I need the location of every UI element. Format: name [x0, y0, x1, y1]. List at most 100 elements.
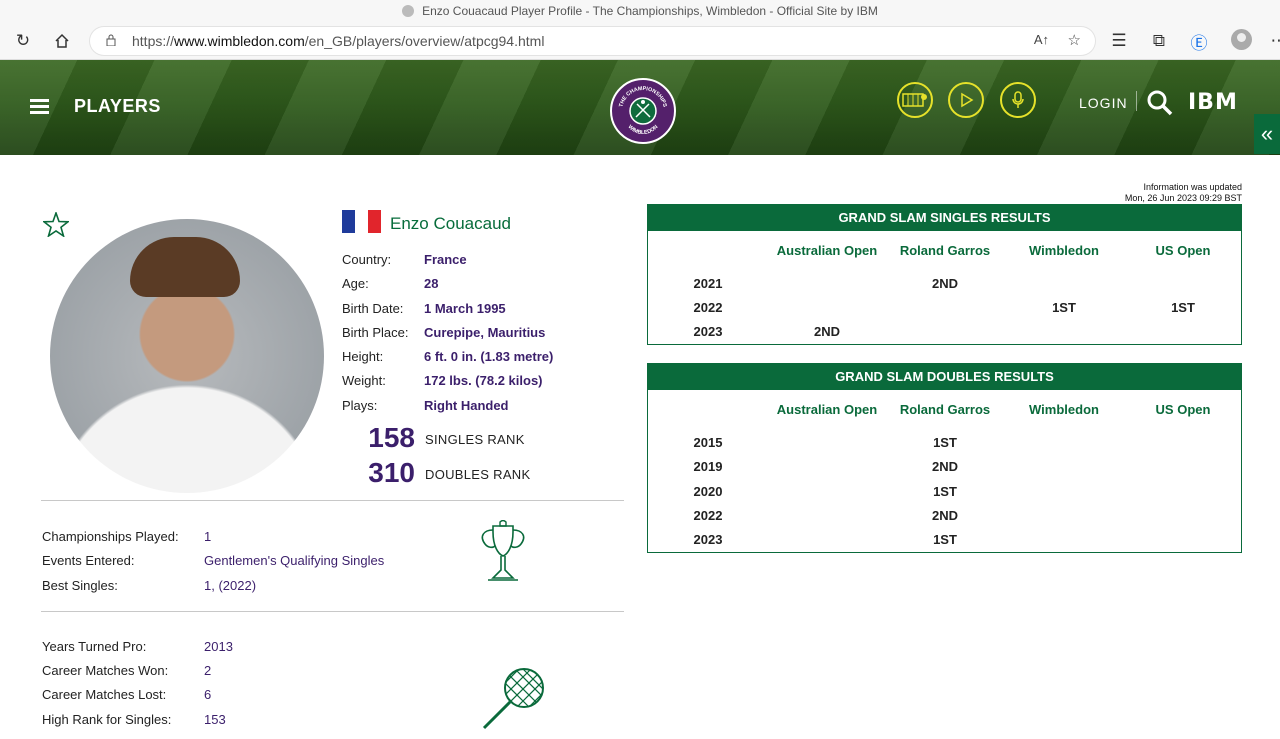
- search-icon[interactable]: [1146, 89, 1173, 121]
- stat-value-years-turned-pro: 2013: [204, 639, 233, 654]
- doubles-year: 2015: [693, 435, 723, 450]
- login-link[interactable]: LOGIN: [1079, 95, 1128, 111]
- detail-value-birth-date: 1 March 1995: [424, 301, 506, 316]
- stat-value-career-matches-won: 2: [204, 663, 212, 678]
- favorites-icon[interactable]: ☰: [1108, 30, 1130, 52]
- detail-label-height: Height:: [342, 349, 384, 364]
- player-photo: [50, 219, 324, 493]
- racket-icon: [478, 666, 548, 739]
- browser-toolbar: ↻ https://www.wimbledon.com/en_GB/player…: [0, 22, 1280, 60]
- menu-icon[interactable]: [30, 99, 49, 114]
- singles-results-title: GRAND SLAM SINGLES RESULTS: [648, 205, 1241, 231]
- singles-results-table: GRAND SLAM SINGLES RESULTS Australian Op…: [647, 204, 1242, 345]
- doubles-result-cell: 1ST: [933, 484, 957, 499]
- profile-avatar[interactable]: [1231, 29, 1252, 50]
- flag-stripe-blue: [342, 210, 355, 233]
- stat-label-best-singles: Best Singles:: [42, 578, 118, 593]
- singles-year: 2023: [693, 324, 723, 339]
- detail-value-weight: 172 lbs. (78.2 kilos): [424, 373, 543, 388]
- collections-icon[interactable]: ⧉: [1148, 30, 1170, 52]
- doubles-results-title: GRAND SLAM DOUBLES RESULTS: [648, 364, 1241, 390]
- read-aloud-icon[interactable]: A↑: [1034, 32, 1049, 47]
- col-header-roland-garros: Roland Garros: [899, 402, 991, 417]
- window-title: Enzo Couacaud Player Profile - The Champ…: [422, 4, 878, 18]
- singles-result-cell: 1ST: [1052, 300, 1076, 315]
- update-note-line2: Mon, 26 Jun 2023 09:29 BST: [1124, 193, 1242, 203]
- section-title: PLAYERS: [74, 96, 161, 116]
- header-divider: [1136, 91, 1137, 111]
- detail-value-age: 28: [424, 276, 439, 291]
- favorite-star-icon[interactable]: [41, 210, 71, 242]
- section-divider-2: [41, 611, 624, 612]
- stat-label-career-matches-won: Career Matches Won:: [42, 663, 169, 678]
- doubles-year: 2023: [693, 532, 723, 547]
- more-icon[interactable]: ⋯: [1268, 30, 1280, 52]
- stat-label-years-turned-pro: Years Turned Pro:: [42, 639, 147, 654]
- refresh-icon[interactable]: ↻: [12, 30, 34, 52]
- doubles-result-cell: 2ND: [931, 459, 958, 474]
- detail-label-age: Age:: [342, 276, 369, 291]
- update-note: Information was updated Mon, 26 Jun 2023…: [1040, 182, 1242, 204]
- col-header-australian-open: Australian Open: [776, 402, 878, 417]
- url-text: https://www.wimbledon.com/en_GB/players/…: [132, 33, 545, 49]
- col-header-wimbledon: Wimbledon: [1029, 402, 1099, 417]
- flag-stripe-white: [355, 210, 368, 233]
- scores-icon[interactable]: [897, 82, 933, 118]
- detail-value-plays: Right Handed: [424, 398, 509, 413]
- singles-year: 2022: [693, 300, 723, 315]
- home-icon[interactable]: [51, 30, 73, 52]
- singles-year: 2021: [693, 276, 723, 291]
- detail-label-birth-date: Birth Date:: [342, 301, 404, 316]
- add-favorite-icon[interactable]: ☆: [1068, 31, 1081, 49]
- edge-icon[interactable]: Ⓔ: [1188, 30, 1210, 53]
- address-bar[interactable]: https://www.wimbledon.com/en_GB/players/…: [90, 27, 1095, 55]
- window-titlebar: Enzo Couacaud Player Profile - The Champ…: [0, 0, 1280, 22]
- stat-label-high-rank-singles: High Rank for Singles:: [42, 712, 172, 727]
- col-header-wimbledon: Wimbledon: [1029, 243, 1099, 258]
- stat-value-high-rank-singles: 153: [204, 712, 226, 727]
- detail-label-weight: Weight:: [342, 373, 386, 388]
- doubles-year: 2020: [693, 484, 723, 499]
- stat-value-best-singles: 1, (2022): [204, 578, 257, 593]
- wimbledon-logo[interactable]: THE CHAMPIONSHIPS WIMBLEDON: [610, 78, 676, 144]
- stat-label-championships-played: Championships Played:: [42, 529, 179, 544]
- doubles-result-cell: 2ND: [931, 508, 958, 523]
- singles-rank-label: SINGLES RANK: [425, 432, 525, 447]
- detail-value-country: France: [424, 252, 467, 267]
- stat-value-events-entered: Gentlemen's Qualifying Singles: [204, 553, 385, 568]
- col-header-us-open: US Open: [1155, 243, 1211, 258]
- stat-label-career-matches-lost: Career Matches Lost:: [42, 687, 167, 702]
- country-flag: [342, 210, 381, 233]
- col-header-us-open: US Open: [1155, 402, 1211, 417]
- ibm-logo[interactable]: IBM: [1188, 90, 1238, 115]
- svg-text:WIMBLEDON: WIMBLEDON: [627, 124, 660, 136]
- stat-value-career-matches-lost: 6: [204, 687, 212, 702]
- doubles-result-cell: 1ST: [933, 435, 957, 450]
- doubles-result-cell: 1ST: [933, 532, 957, 547]
- col-header-roland-garros: Roland Garros: [899, 243, 991, 258]
- stat-label-events-entered: Events Entered:: [42, 553, 135, 568]
- expand-panel-icon[interactable]: «: [1254, 114, 1280, 154]
- trophy-icon: [476, 519, 530, 593]
- detail-value-height: 6 ft. 0 in. (1.83 metre): [424, 349, 554, 364]
- singles-rank-value: 158: [368, 422, 415, 453]
- detail-label-birth-place: Birth Place:: [342, 325, 409, 340]
- doubles-rank-label: DOUBLES RANK: [425, 467, 531, 482]
- singles-result-cell: 2ND: [931, 276, 958, 291]
- doubles-rank-value: 310: [368, 457, 415, 488]
- update-note-line1: Information was updated: [1143, 182, 1242, 192]
- detail-label-plays: Plays:: [342, 398, 378, 413]
- col-header-australian-open: Australian Open: [776, 243, 878, 258]
- site-favicon-icon: [402, 5, 415, 17]
- singles-result-cell: 2ND: [813, 324, 840, 339]
- player-name: Enzo Couacaud: [390, 214, 511, 233]
- singles-result-cell: 1ST: [1171, 300, 1195, 315]
- section-divider: [41, 500, 624, 501]
- flag-stripe-red: [368, 210, 381, 233]
- detail-label-country: Country:: [342, 252, 392, 267]
- detail-value-birth-place: Curepipe, Mauritius: [424, 325, 546, 340]
- radio-microphone-icon[interactable]: [1000, 82, 1036, 118]
- play-video-icon[interactable]: [948, 82, 984, 118]
- doubles-results-table: GRAND SLAM DOUBLES RESULTS Australian Op…: [647, 363, 1242, 553]
- lock-icon: [106, 34, 116, 46]
